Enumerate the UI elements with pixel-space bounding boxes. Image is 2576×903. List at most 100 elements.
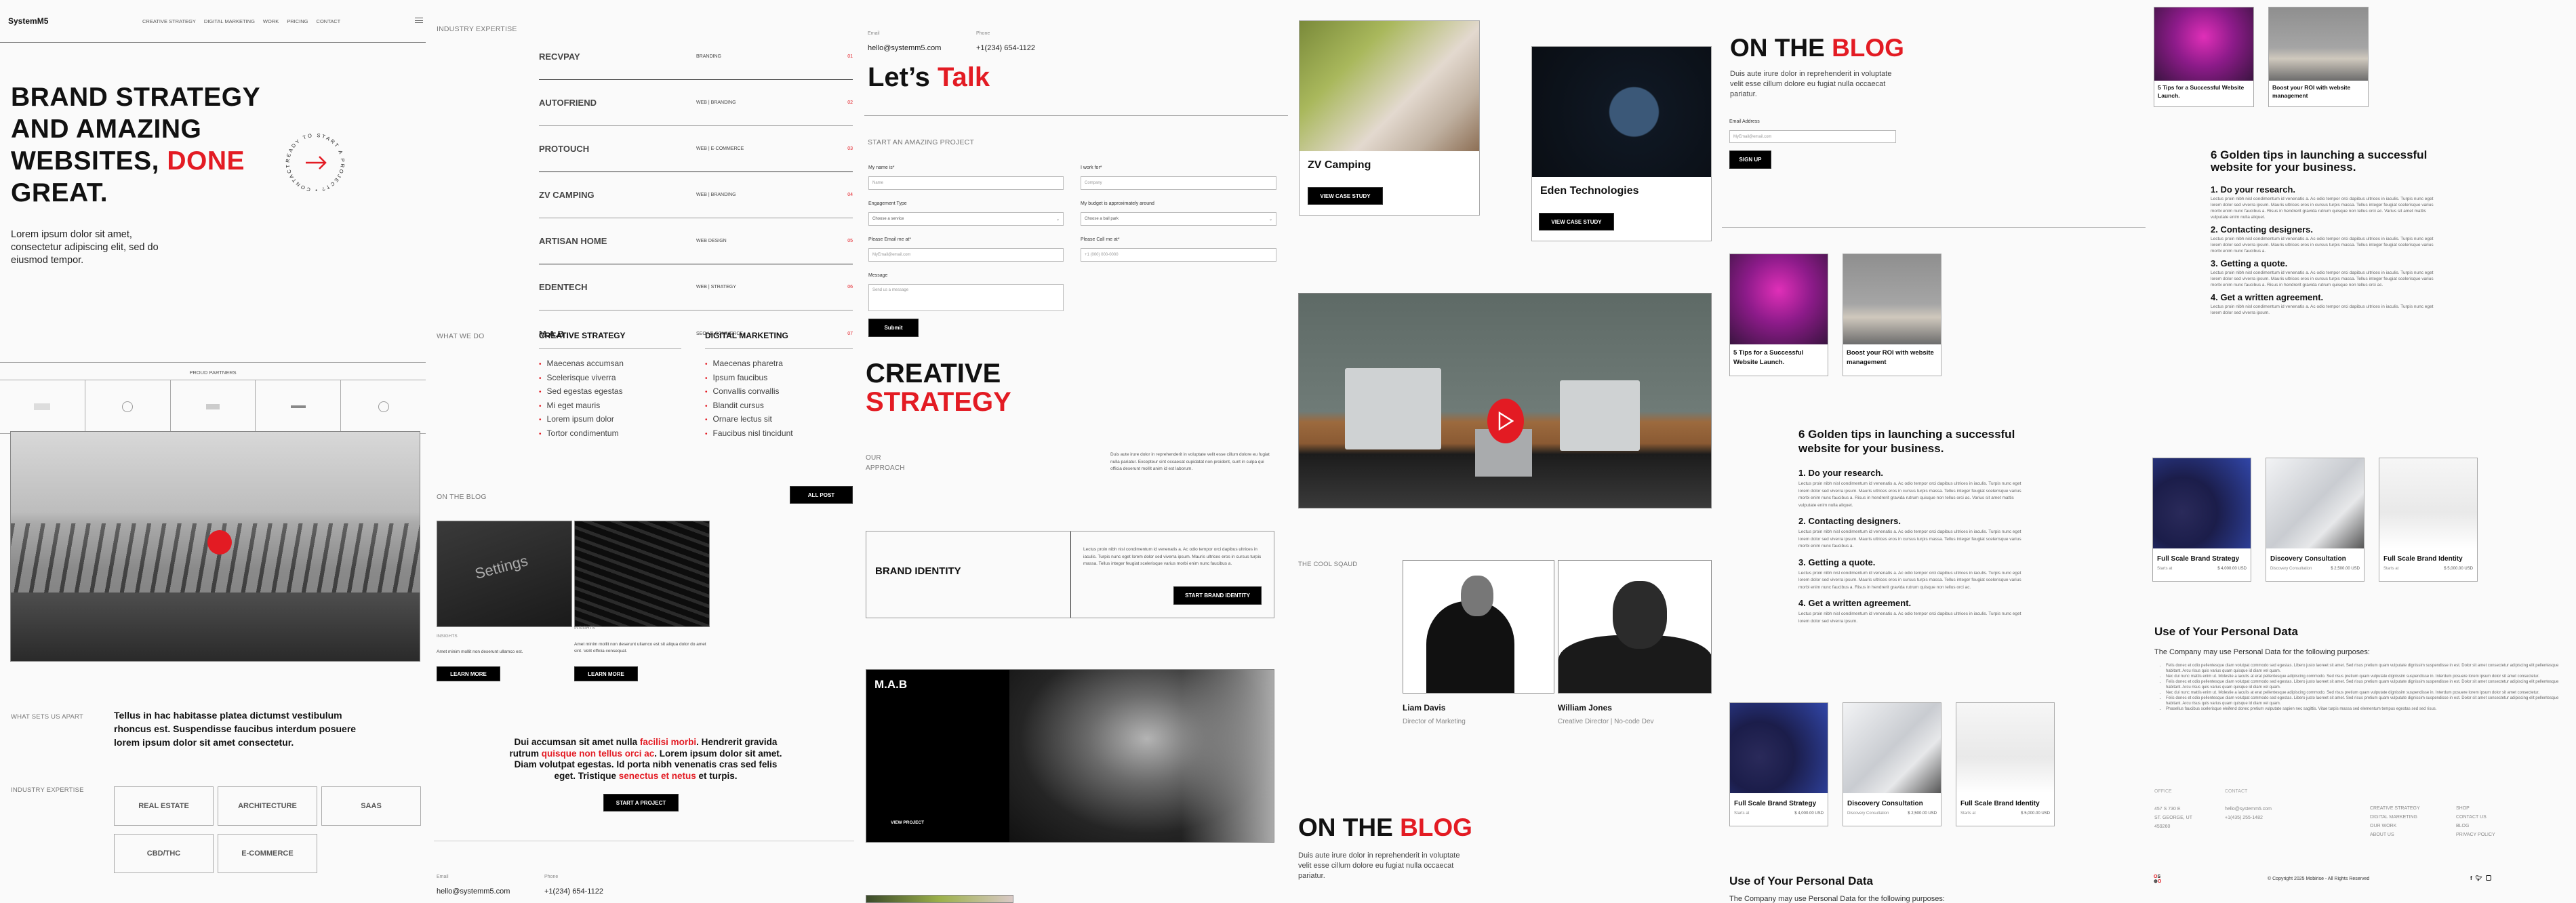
case-card-eden-technologies: Eden Technologies [1531, 46, 1712, 241]
camping-thumbnail [866, 895, 1013, 903]
project-row[interactable]: RECVPAY BRANDING 01 [539, 34, 853, 80]
tag-cbd-thc[interactable]: CBD/THC [114, 834, 214, 873]
project-row[interactable]: EDENTECH WEB | STRATEGY 06 [539, 264, 853, 310]
footer-link[interactable]: BLOG [2456, 822, 2495, 830]
engagement-label: Engagement Type [868, 201, 907, 206]
email-input[interactable]: MyEmail@email.com [868, 248, 1064, 262]
cta-text: Dui accumsan sit amet nulla facilisi mor… [505, 737, 786, 782]
privacy-intro: The Company may use Personal Data for th… [2154, 648, 2370, 656]
pricing-subtitle: Starts at [1960, 811, 1976, 816]
learn-more-button[interactable]: LEARN MORE [437, 666, 500, 681]
nav-contact[interactable]: CONTACT [317, 18, 341, 24]
pricing-card[interactable]: Full Scale Brand Strategy Starts at $ 4,00… [1729, 702, 1828, 826]
nav-work[interactable]: WORK [263, 18, 279, 24]
twitter-icon[interactable]: 🐦︎ [2476, 875, 2482, 881]
nav-pricing[interactable]: PRICING [287, 18, 308, 24]
footer-link[interactable]: CREATIVE STRATEGY [2370, 804, 2420, 813]
contact-email[interactable]: hello@systemm5.com [437, 887, 510, 896]
footer-link[interactable]: SHOP [2456, 804, 2495, 813]
blog-post-title: 5 Tips for a Successful Website Launch. [1733, 349, 1804, 366]
tag-e-commerce[interactable]: E-COMMERCE [218, 834, 317, 873]
learn-more-button[interactable]: LEARN MORE [574, 666, 638, 681]
svg-text:READY TO START A PROJECT? • CO: READY TO START A PROJECT? • CONTACT US • [281, 129, 346, 193]
contact-phone[interactable]: +1(234) 654-1122 [976, 44, 1035, 52]
pricing-card[interactable]: Discovery Consultation Discovery Consulta… [1843, 702, 1941, 826]
form-title: START AN AMAZING PROJECT [868, 138, 975, 146]
engagement-select[interactable]: Choose a service ⌄ [868, 212, 1064, 226]
creative-heading: CREATIVE STRATEGY [866, 359, 1011, 416]
footer-link[interactable]: CONTACT US [2456, 813, 2495, 822]
tip-text: Lectus proin nibh nisl condimentum id ve… [2211, 270, 2434, 287]
hero-line: AND AMAZING [11, 115, 202, 144]
newsletter-email-placeholder: MyEmail@email.com [1733, 134, 1772, 139]
blog-post-card[interactable]: Boost your ROI with website management [2268, 7, 2369, 107]
pricing-card[interactable]: Discovery Consultation Discovery Consulta… [2266, 458, 2364, 582]
tag-saas[interactable]: SAAS [321, 786, 421, 826]
partners-divider [0, 362, 426, 363]
newsletter-email-input[interactable]: MyEmail@email.com [1729, 130, 1896, 143]
company-label: I work for* [1081, 165, 1102, 170]
blog-post-card[interactable]: 5 Tips for a Successful Website Launch. [2154, 7, 2254, 107]
view-case-study-button[interactable]: VIEW CASE STUDY [1308, 187, 1383, 205]
partner-logo [85, 380, 171, 433]
nav-digital-marketing[interactable]: DIGITAL MARKETING [204, 18, 255, 24]
phone-input[interactable]: +1 (000) 000-0000 [1081, 248, 1276, 262]
play-button-icon[interactable] [1487, 399, 1524, 443]
view-project-link[interactable]: VIEW PROJECT [891, 820, 924, 825]
tag-real-estate[interactable]: REAL ESTATE [114, 786, 214, 826]
footer-link[interactable]: OUR WORK [2370, 822, 2420, 830]
start-project-button[interactable]: START A PROJECT [603, 794, 679, 811]
instagram-icon[interactable] [2485, 875, 2491, 881]
contact-email[interactable]: hello@systemm5.com [868, 44, 941, 52]
start-brand-identity-button[interactable]: START BRAND IDENTITY [1173, 586, 1262, 605]
article: 6 Golden tips in launching a successful … [1798, 427, 2026, 625]
pink-desk-photo [1730, 254, 1828, 344]
footer-logo[interactable]: OS ⊕O [2154, 875, 2163, 884]
facebook-icon[interactable]: f [2470, 875, 2472, 881]
privacy-item: Nec dui nunc mattis enim ut. Molestie a … [2166, 674, 2559, 679]
submit-button[interactable]: Submit [868, 319, 919, 337]
footer-link[interactable]: PRIVACY POLICY [2456, 830, 2495, 839]
pricing-image [2379, 458, 2477, 548]
lens-city-photo [1532, 47, 1711, 177]
contact-label: CONTACT [2225, 789, 2248, 794]
tip-heading: 3. Getting a quote. [1798, 557, 1876, 567]
message-label: Message [868, 273, 888, 278]
footer-link[interactable]: ABOUT US [2370, 830, 2420, 839]
tag-architecture[interactable]: ARCHITECTURE [218, 786, 317, 826]
pricing-subtitle: Starts at [2157, 567, 2173, 571]
video-thumbnail[interactable] [1298, 293, 1712, 508]
service-column: DIGITAL MARKETING Maecenas pharetraIpsum… [705, 331, 853, 443]
footer-phone[interactable]: +1(435) 255-1482 [2225, 814, 2272, 822]
blog-image-settings[interactable]: Settings [437, 521, 572, 627]
budget-select[interactable]: Choose a ball park ⌄ [1081, 212, 1276, 226]
blog-image-keyboard[interactable] [574, 521, 710, 627]
name-input[interactable]: Name [868, 176, 1064, 190]
hamburger-icon[interactable] [415, 18, 423, 23]
company-input[interactable]: Company [1081, 176, 1276, 190]
sign-up-button[interactable]: SIGN UP [1729, 150, 1771, 169]
mab-project-card[interactable]: M.A.B VIEW PROJECT [866, 669, 1274, 843]
partner-logo [341, 380, 426, 433]
approach-text: Duis aute irure dolor in reprehenderit i… [1110, 452, 1270, 471]
nav-creative-strategy[interactable]: CREATIVE STRATEGY [142, 18, 196, 24]
footer-email[interactable]: hello@systemm5.com [2225, 805, 2272, 814]
blog-excerpt: Amet minim mollit non deserunt ullamco e… [437, 649, 523, 654]
pricing-card[interactable]: Full Scale Brand Identity Starts at $ 5,00… [2379, 458, 2478, 582]
logo[interactable]: SystemM5 [8, 16, 48, 26]
blog-post-card[interactable]: 5 Tips for a Successful Website Launch. [1729, 254, 1828, 376]
project-row[interactable]: ZV CAMPING WEB | BRANDING 04 [539, 172, 853, 218]
contact-phone[interactable]: +1(234) 654-1122 [544, 887, 603, 896]
project-tags: WEB | BRANDING [696, 193, 736, 197]
project-row[interactable]: PROTOUCH WEB | E-COMMERCE 03 [539, 126, 853, 172]
blog-post-card[interactable]: Boost your ROI with website management [1843, 254, 1941, 376]
pricing-card[interactable]: Full Scale Brand Identity Starts at $ 5,00… [1956, 702, 2055, 826]
pricing-card[interactable]: Full Scale Brand Strategy Starts at $ 4,00… [2152, 458, 2251, 582]
footer-link[interactable]: DIGITAL MARKETING [2370, 813, 2420, 822]
all-post-button[interactable]: ALL POST [790, 486, 853, 504]
project-row[interactable]: ARTISAN HOME WEB DESIGN 05 [539, 218, 853, 264]
message-textarea[interactable]: Send us a message [868, 284, 1064, 311]
project-row[interactable]: AUTOFRIEND WEB | BRANDING 02 [539, 80, 853, 126]
view-case-study-button[interactable]: VIEW CASE STUDY [1539, 213, 1614, 230]
contact-badge[interactable]: READY TO START A PROJECT? • CONTACT US • [279, 124, 349, 197]
